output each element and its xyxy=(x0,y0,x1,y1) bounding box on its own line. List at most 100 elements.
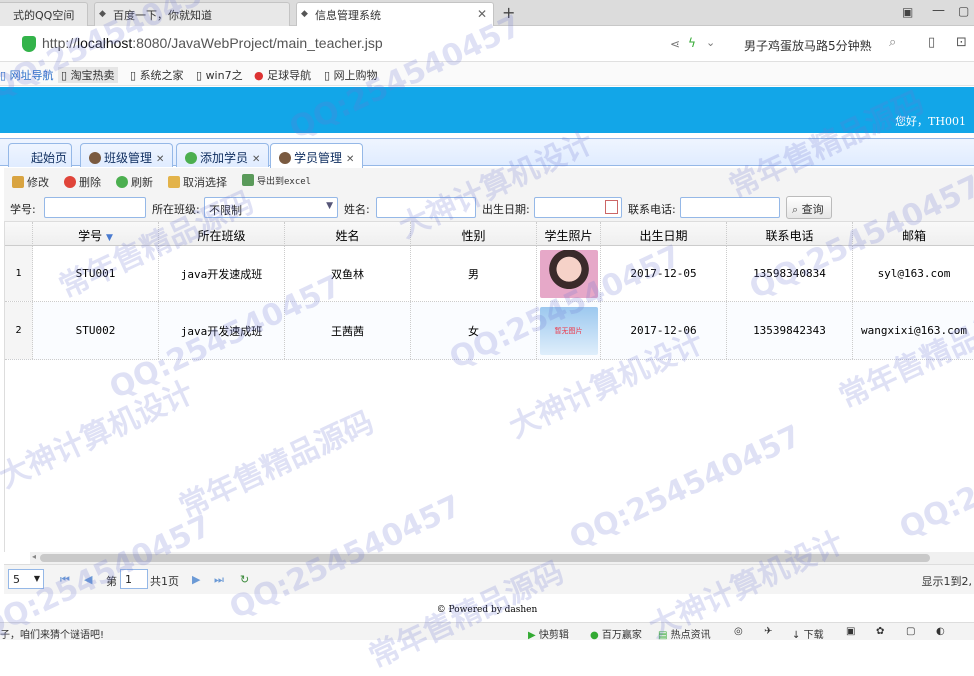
birth-date-input[interactable] xyxy=(534,197,622,218)
search-suggestion[interactable]: 男子鸡蛋放马路5分钟熟 xyxy=(744,37,872,54)
reload-icon[interactable]: ↻ xyxy=(240,573,249,586)
scrollbar-thumb[interactable] xyxy=(40,554,930,562)
student-no-label: 学号: xyxy=(10,203,36,216)
status-item-label: 百万赢家 xyxy=(601,630,642,641)
tab-add-student[interactable]: 添加学员 ✕ xyxy=(176,143,270,167)
class-select[interactable]: 不限制 ▼ xyxy=(204,197,338,218)
page-prefix-label: 第 xyxy=(106,575,117,588)
horizontal-scrollbar[interactable]: ◂ xyxy=(30,552,974,564)
cancel-select-button[interactable]: 取消选择 xyxy=(168,174,227,190)
table-row[interactable]: 1 STU001 java开发速成班 双鱼林 男 2017-12-05 1359… xyxy=(5,246,974,302)
close-icon[interactable]: ✕ xyxy=(156,154,164,165)
column-header-name[interactable]: 姓名 xyxy=(285,222,411,246)
browser-tab-baidu[interactable]: ◆ 百度一下，你就知道 xyxy=(94,2,290,26)
tab-class-management[interactable]: 班级管理 ✕ xyxy=(80,143,174,167)
status-download[interactable]: ↓ 下载 xyxy=(792,626,824,641)
status-quick-edit[interactable]: ▶ 快剪辑 xyxy=(528,626,569,641)
first-page-icon[interactable]: ⏮ xyxy=(60,573,70,587)
search-icon: ⌕ xyxy=(792,203,799,216)
status-item-label: 下载 xyxy=(803,630,824,641)
refresh-icon xyxy=(116,176,128,188)
status-icon-d[interactable]: ✿ xyxy=(876,626,884,637)
status-icon-a[interactable]: ◎ xyxy=(734,626,743,637)
share-icon[interactable]: ⋖ xyxy=(670,37,680,51)
url-field[interactable]: http://localhost:8080/JavaWebProject/mai… xyxy=(42,35,383,51)
pencil-icon xyxy=(12,176,24,188)
status-icon-c[interactable]: ▣ xyxy=(846,626,855,637)
new-tab-button[interactable]: + xyxy=(502,3,515,22)
status-icon-f[interactable]: ◐ xyxy=(936,626,945,637)
name-input[interactable] xyxy=(376,197,476,218)
phone-input[interactable] xyxy=(680,197,780,218)
last-page-icon[interactable]: ⏭ xyxy=(214,573,224,587)
status-hot-news[interactable]: ▤ 热点资讯 xyxy=(658,626,711,641)
next-page-icon[interactable]: ▶ xyxy=(192,573,200,586)
button-label: 查询 xyxy=(801,203,824,216)
shield-icon xyxy=(22,36,36,52)
tab-student-management[interactable]: 学员管理 ✕ xyxy=(270,143,364,168)
browser-tab-strip: 式的QQ空间 ◆ 百度一下，你就知道 ◆ 信息管理系统 ✕ + ▣ — ▢ xyxy=(0,0,974,27)
row-number: 1 xyxy=(5,246,33,301)
tab-label: 起始页 xyxy=(31,151,68,165)
bookmark-xitong[interactable]: ▯ 系统之家 xyxy=(130,67,184,83)
column-header-sex[interactable]: 性别 xyxy=(411,222,537,246)
status-icon-e[interactable]: ▢ xyxy=(906,626,915,637)
name-label: 姓名: xyxy=(344,203,370,216)
browser-tab-info-system[interactable]: ◆ 信息管理系统 ✕ xyxy=(296,2,494,27)
grid-header: 学号 ▼ 所在班级 姓名 性别 学生照片 出生日期 联系电话 邮箱 xyxy=(5,222,974,246)
browser-tab-qzone[interactable]: 式的QQ空间 xyxy=(0,2,88,26)
scroll-left-icon[interactable]: ◂ xyxy=(32,552,36,561)
bookmark-label: 足球导航 xyxy=(267,69,312,82)
student-photo-image[interactable] xyxy=(539,249,598,298)
maximize-icon[interactable]: ▢ xyxy=(958,4,969,18)
status-icon-b[interactable]: ✈ xyxy=(764,626,772,637)
delete-button[interactable]: 删除 xyxy=(64,174,101,190)
column-header-birth[interactable]: 出生日期 xyxy=(601,222,727,246)
bookmark-taobao[interactable]: ▯ 淘宝热卖 xyxy=(58,67,118,83)
export-excel-button[interactable]: 导出到excel xyxy=(242,174,311,187)
prev-page-icon[interactable]: ◀ xyxy=(84,573,92,586)
column-header-phone[interactable]: 联系电话 xyxy=(727,222,853,246)
address-bar: http://localhost:8080/JavaWebProject/mai… xyxy=(0,26,974,62)
cell-sex: 女 xyxy=(411,302,537,359)
chevron-down-icon: ▼ xyxy=(33,574,40,583)
no-photo-placeholder[interactable]: 暂无图片 xyxy=(539,306,598,355)
total-pages-label: 共1页 xyxy=(150,575,179,588)
bookmark-football[interactable]: ● 足球导航 xyxy=(254,67,311,83)
column-header-class[interactable]: 所在班级 xyxy=(159,222,285,246)
table-row[interactable]: 2 STU002 java开发速成班 王茜茜 女 暂无图片 2017-12-06… xyxy=(5,302,974,360)
column-header-photo[interactable]: 学生照片 xyxy=(537,222,601,246)
column-header-student-no[interactable]: 学号 ▼ xyxy=(33,222,159,246)
bookmark-nav[interactable]: ▯ 网址导航 xyxy=(0,67,54,83)
bookmark-label: win7之 xyxy=(205,69,243,82)
close-tab-icon[interactable]: ✕ xyxy=(477,7,487,21)
url-prefix: http:// xyxy=(42,35,78,51)
bookmark-shopping[interactable]: ▯ 网上购物 xyxy=(324,67,378,83)
status-item-label: 快剪辑 xyxy=(538,630,569,641)
edit-button[interactable]: 修改 xyxy=(12,174,49,190)
save-page-icon[interactable]: ▯ xyxy=(928,35,935,50)
column-header-email[interactable]: 邮箱 xyxy=(853,222,974,246)
student-no-input[interactable] xyxy=(44,197,146,218)
query-button[interactable]: ⌕ 查询 xyxy=(786,196,832,219)
bookmark-win7[interactable]: ▯ win7之 xyxy=(196,67,243,83)
close-icon[interactable]: ✕ xyxy=(252,154,260,165)
page-size-select[interactable]: 5 ▼ xyxy=(8,569,44,589)
minimize-icon[interactable]: — xyxy=(932,3,945,18)
refresh-button[interactable]: 刷新 xyxy=(116,174,153,190)
menu-icon[interactable]: ⊡ xyxy=(956,35,967,50)
close-icon[interactable]: ✕ xyxy=(346,154,354,165)
chevron-down-icon[interactable]: ⌄ xyxy=(706,36,715,49)
button-label: 刷新 xyxy=(131,176,153,189)
app-header: 您好，TH001 xyxy=(0,87,974,133)
search-icon[interactable]: ⌕ xyxy=(889,35,896,50)
calendar-icon[interactable] xyxy=(605,200,618,214)
tab-home[interactable]: 起始页 xyxy=(8,143,72,167)
page-number-input[interactable]: 1 xyxy=(120,569,148,589)
status-million-winner[interactable]: ● 百万赢家 xyxy=(590,626,642,641)
cell-class: java开发速成班 xyxy=(159,246,285,301)
news-icon: ▤ xyxy=(658,630,668,641)
shirt-icon[interactable]: ▣ xyxy=(902,5,913,19)
lightning-icon[interactable]: ϟ xyxy=(688,36,696,50)
play-icon: ▶ xyxy=(528,630,536,641)
